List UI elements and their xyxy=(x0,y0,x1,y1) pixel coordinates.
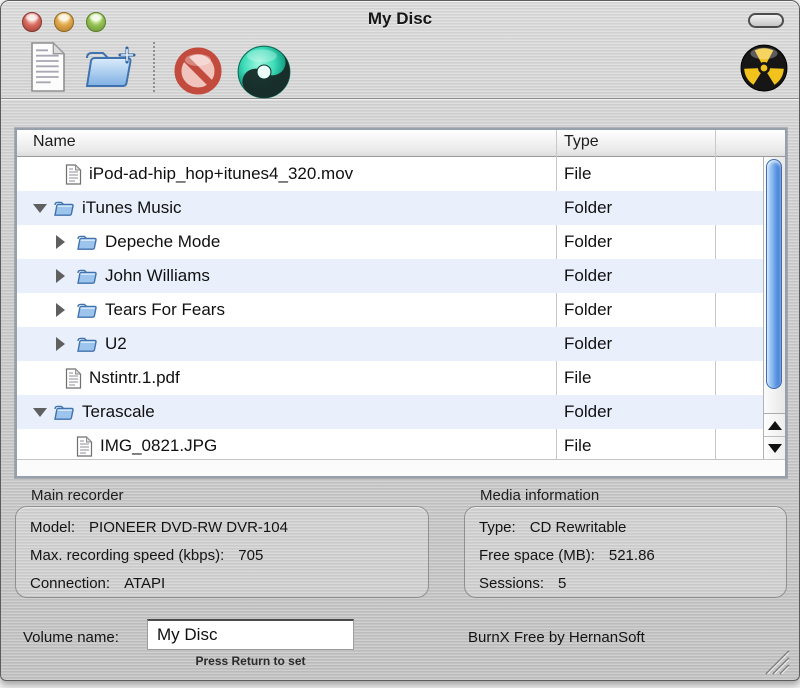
resize-grip[interactable] xyxy=(760,647,790,675)
main-recorder-box: Model: PIONEER DVD-RW DVR-104 Max. recordi… xyxy=(15,506,429,598)
folder-icon xyxy=(76,233,98,251)
stop-button[interactable] xyxy=(174,47,222,95)
scroll-down-button[interactable] xyxy=(764,437,785,459)
collapse-pill-icon[interactable] xyxy=(748,13,784,28)
item-name: IMG_0821.JPG xyxy=(100,436,217,456)
field-label: Connection: xyxy=(30,575,110,592)
scroll-up-button[interactable] xyxy=(764,414,785,437)
list-item[interactable]: Terascale Folder xyxy=(17,395,785,429)
list-item[interactable]: iPod-ad-hip_hop+itunes4_320.mov File xyxy=(17,157,785,191)
item-name: iPod-ad-hip_hop+itunes4_320.mov xyxy=(89,164,353,184)
folder-icon xyxy=(53,403,75,421)
list-item[interactable]: IMG_0821.JPG File xyxy=(17,429,785,459)
media-information-label: Media information xyxy=(480,487,599,504)
file-list: Name Type iPod-ad-hip_hop+itunes4_320.mo… xyxy=(15,128,787,478)
file-icon xyxy=(76,436,93,457)
disclosure-triangle-icon[interactable] xyxy=(56,337,65,351)
field-label: Type: xyxy=(479,519,516,536)
item-name: Nstintr.1.pdf xyxy=(89,368,180,388)
file-icon xyxy=(65,164,82,185)
column-header-name[interactable]: Name xyxy=(33,133,76,151)
field-value: 5 xyxy=(558,575,566,592)
disclosure-triangle-icon[interactable] xyxy=(33,204,47,213)
field-value: CD Rewritable xyxy=(530,519,627,536)
field-value: PIONEER DVD-RW DVR-104 xyxy=(89,519,288,536)
arrow-up-icon xyxy=(768,421,782,430)
volume-name-label: Volume name: xyxy=(23,629,119,646)
info-field: Connection: ATAPI xyxy=(30,569,428,597)
disclosure-triangle-icon[interactable] xyxy=(56,269,65,283)
refresh-button[interactable] xyxy=(236,44,292,100)
media-information-box: Type: CD Rewritable Free space (MB): 521.86… xyxy=(464,506,787,598)
refresh-swirl-icon xyxy=(236,44,292,100)
field-label: Sessions: xyxy=(479,575,544,592)
item-type: File xyxy=(564,368,591,388)
main-recorder-label: Main recorder xyxy=(31,487,124,504)
column-header-type[interactable]: Type xyxy=(564,133,599,151)
new-folder-button[interactable] xyxy=(81,44,137,92)
title-bar[interactable]: My Disc xyxy=(1,1,799,37)
list-item[interactable]: U2 Folder xyxy=(17,327,785,361)
list-item[interactable]: Tears For Fears Folder xyxy=(17,293,785,327)
disclosure-triangle-icon[interactable] xyxy=(56,235,65,249)
scrollbar-arrows xyxy=(764,413,785,459)
list-item[interactable]: Depeche Mode Folder xyxy=(17,225,785,259)
list-item[interactable]: John Williams Folder xyxy=(17,259,785,293)
list-header: Name Type xyxy=(17,130,785,157)
new-folder-icon xyxy=(81,44,137,92)
info-field: Model: PIONEER DVD-RW DVR-104 xyxy=(30,513,428,541)
item-name: Depeche Mode xyxy=(105,232,220,252)
field-label: Max. recording speed (kbps): xyxy=(30,547,224,564)
credit-text: BurnX Free by HernanSoft xyxy=(468,629,645,646)
item-name: U2 xyxy=(105,334,127,354)
item-name: John Williams xyxy=(105,266,210,286)
item-name: Tears For Fears xyxy=(105,300,225,320)
disclosure-triangle-icon[interactable] xyxy=(33,408,47,417)
field-value: 521.86 xyxy=(609,547,655,564)
burn-radioactive-icon xyxy=(739,43,789,93)
field-value: ATAPI xyxy=(124,575,165,592)
info-field: Max. recording speed (kbps): 705 xyxy=(30,541,428,569)
vertical-scrollbar[interactable] xyxy=(763,157,785,459)
app-window: My Disc xyxy=(0,0,800,681)
file-icon xyxy=(65,368,82,389)
info-field: Free space (MB): 521.86 xyxy=(479,541,786,569)
disclosure-triangle-icon[interactable] xyxy=(56,303,65,317)
list-item[interactable]: Nstintr.1.pdf File xyxy=(17,361,785,395)
item-type: Folder xyxy=(564,232,612,252)
horizontal-scrollbar-track[interactable] xyxy=(17,459,785,476)
scrollbar-thumb[interactable] xyxy=(766,159,782,389)
field-label: Model: xyxy=(30,519,75,536)
stop-icon xyxy=(174,47,222,95)
volume-name-input[interactable] xyxy=(147,619,354,650)
burn-button[interactable] xyxy=(739,43,789,93)
field-label: Free space (MB): xyxy=(479,547,595,564)
item-type: Folder xyxy=(564,300,612,320)
new-document-icon xyxy=(28,41,68,93)
info-field: Type: CD Rewritable xyxy=(479,513,786,541)
item-type: Folder xyxy=(564,198,612,218)
item-type: Folder xyxy=(564,266,612,286)
volume-name-hint: Press Return to set xyxy=(147,654,354,668)
list-body: iPod-ad-hip_hop+itunes4_320.mov File iTune… xyxy=(17,157,785,459)
list-item[interactable]: iTunes Music Folder xyxy=(17,191,785,225)
item-name: Terascale xyxy=(82,402,155,422)
window-title: My Disc xyxy=(1,9,799,29)
folder-icon xyxy=(53,199,75,217)
folder-icon xyxy=(76,301,98,319)
item-type: Folder xyxy=(564,334,612,354)
item-name: iTunes Music xyxy=(82,198,182,218)
toolbar-separator xyxy=(153,42,155,92)
info-field: Sessions: 5 xyxy=(479,569,786,597)
field-value: 705 xyxy=(238,547,263,564)
item-type: Folder xyxy=(564,402,612,422)
item-type: File xyxy=(564,436,591,456)
folder-icon xyxy=(76,267,98,285)
new-document-button[interactable] xyxy=(28,41,68,93)
arrow-down-icon xyxy=(768,444,782,453)
toolbar xyxy=(1,37,799,99)
item-type: File xyxy=(564,164,591,184)
folder-icon xyxy=(76,335,98,353)
